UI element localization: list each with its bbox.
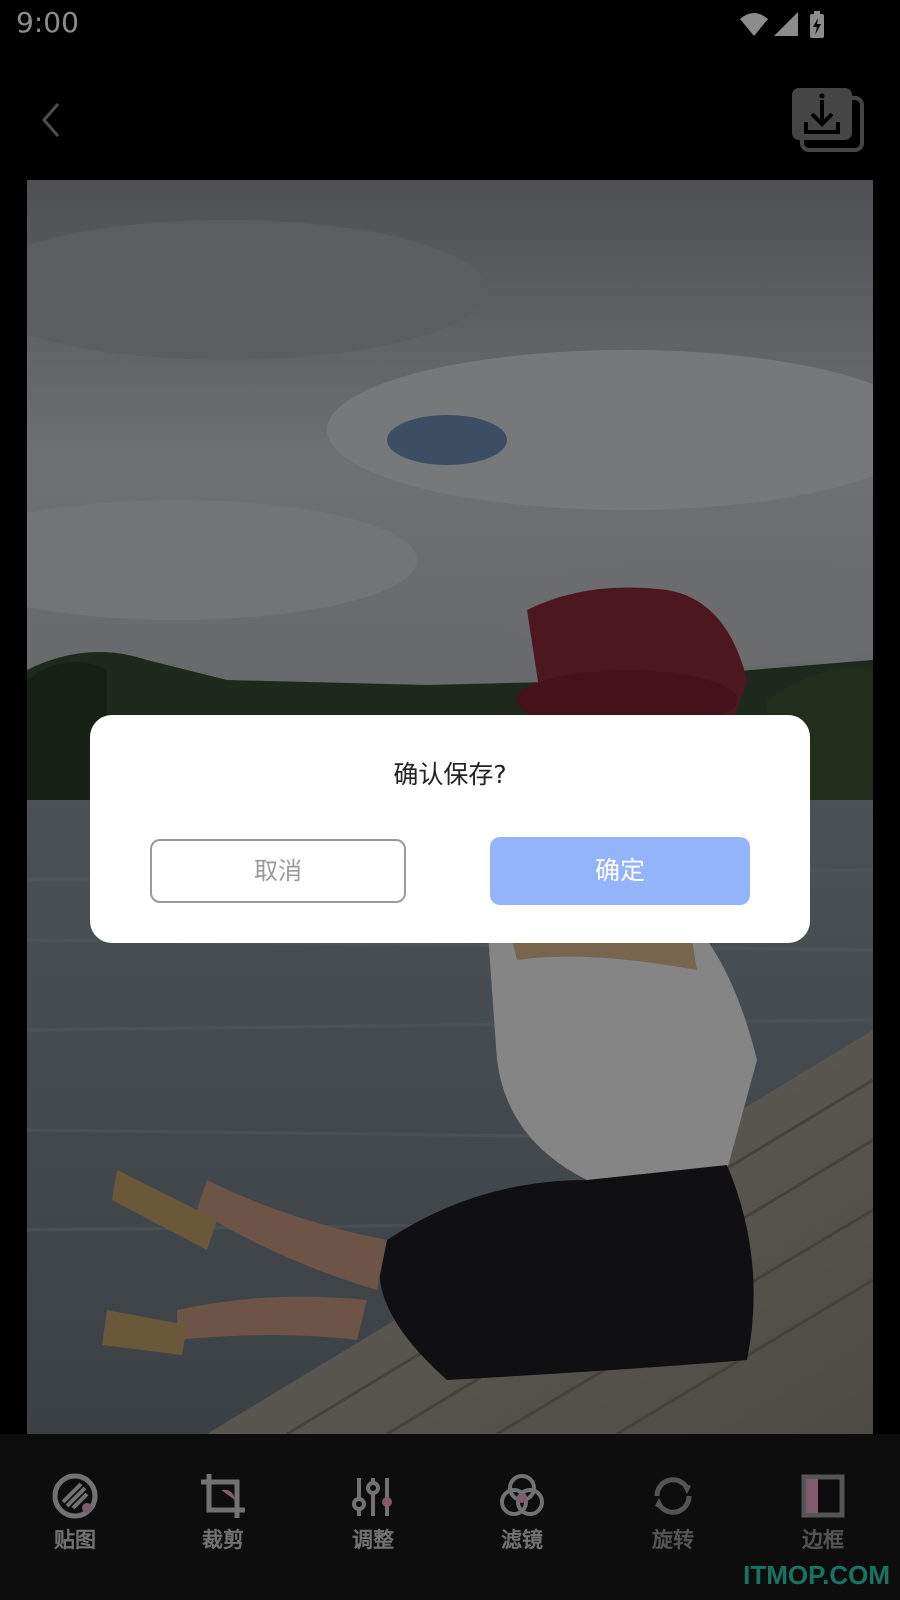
cancel-button[interactable]: 取消 [150,839,406,903]
dialog-title: 确认保存? [393,760,507,789]
confirm-button[interactable]: 确定 [490,837,750,905]
confirm-save-dialog: 确认保存? 取消 确定 [90,715,810,943]
